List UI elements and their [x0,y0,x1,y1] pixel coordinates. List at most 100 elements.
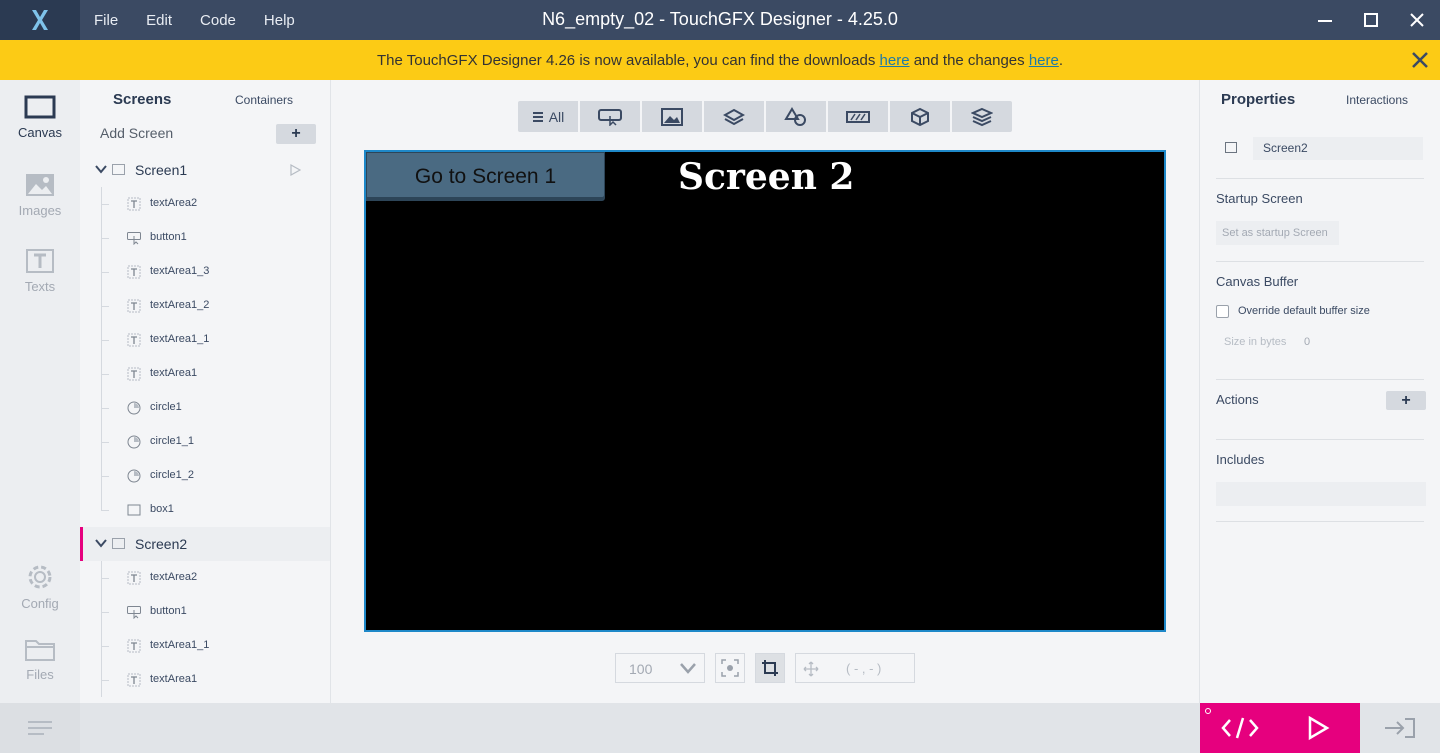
tree-item[interactable]: textArea1_3 [80,255,330,289]
tree-line [101,204,109,205]
divider [1216,379,1424,380]
override-buffer-label: Override default buffer size [1238,305,1370,317]
screen-name-field[interactable]: Screen2 [1253,137,1423,160]
go-to-screen1-button[interactable]: Go to Screen 1 [366,152,605,201]
chevron-down-icon[interactable] [95,164,107,174]
tree-line [101,680,109,681]
minimize-icon [1318,20,1332,22]
nav-images[interactable]: Images [0,173,80,218]
text-icon [127,333,141,347]
filter-containers[interactable] [704,101,764,132]
nav-texts-label: Texts [24,279,56,294]
tree-line [101,510,109,511]
nav-config[interactable]: Config [0,562,80,611]
screen-icon [112,538,125,549]
tree-item[interactable]: button1 [80,221,330,255]
tree-item-label: textArea2 [150,571,198,583]
nav-texts[interactable]: Texts [0,249,80,294]
text-icon [127,639,141,653]
tree-item[interactable]: textArea2 [80,561,330,595]
tree-item[interactable]: textArea1_1 [80,323,330,357]
tree-item[interactable]: circle1 [80,391,330,425]
banner-text-1: The TouchGFX Designer 4.26 is now availa… [376,51,880,69]
tree-line [101,612,109,613]
divider [1216,178,1424,179]
tree-line [101,578,109,579]
list-icon [532,111,543,122]
text-icon [127,571,141,585]
button-icon [127,231,141,246]
screen-row-screen1[interactable]: Screen1 [80,153,330,187]
tree-item[interactable]: textArea1 [80,357,330,391]
tree-line [101,272,109,273]
filter-all-button[interactable]: All [518,101,578,132]
play-icon[interactable] [1305,715,1331,741]
export-icon[interactable] [1383,717,1417,739]
nav-canvas-label: Canvas [17,125,63,140]
cube-icon [911,107,929,126]
banner-close-button[interactable] [1410,50,1430,70]
image-icon [26,174,54,196]
folder-icon [25,640,55,661]
includes-field[interactable] [1216,482,1426,506]
screen-row-screen2[interactable]: Screen2 [80,527,330,561]
collapse-button[interactable] [0,703,80,753]
tab-screens[interactable]: Screens [113,91,171,108]
tree-item-label: textArea1_3 [150,265,210,277]
nav-canvas[interactable]: Canvas [0,95,80,140]
zoom-select[interactable]: 100 [615,653,705,683]
canvas-icon [24,95,56,119]
tab-properties[interactable]: Properties [1221,91,1295,108]
tree-item[interactable]: box1 [80,493,330,527]
tab-interactions[interactable]: Interactions [1346,93,1408,107]
nav-images-label: Images [18,203,62,218]
screen-canvas[interactable]: Go to Screen 1 Screen 2 [364,150,1166,632]
coordinates-display: ( - , - ) [795,653,915,683]
add-action-button[interactable]: + [1386,391,1426,410]
add-screen-button[interactable]: + [276,124,316,144]
screen-title-text[interactable]: Screen 2 [678,156,854,198]
tab-containers[interactable]: Containers [235,93,293,107]
tree-item-label: textArea1_1 [150,333,210,345]
tree-item[interactable]: circle1_1 [80,425,330,459]
status-indicator [1205,708,1211,714]
nav-config-label: Config [21,596,59,611]
tree-line [101,646,109,647]
fit-view-button[interactable] [715,653,745,683]
close-window-button[interactable] [1405,8,1429,32]
nav-files[interactable]: Files [0,637,80,682]
play-icon[interactable] [289,164,301,176]
shapes-icon [784,106,806,126]
left-nav-rail: Canvas Images Texts Config Files [0,80,80,753]
code-icon[interactable] [1220,715,1260,741]
set-startup-button[interactable]: Set as startup Screen [1216,221,1339,245]
tree-item[interactable]: circle1_2 [80,459,330,493]
filter-3d[interactable] [890,101,950,132]
downloads-link[interactable]: here [880,52,910,69]
tree-item[interactable]: textArea1 [80,663,330,697]
image-icon [661,107,683,126]
filter-shapes[interactable] [766,101,826,132]
filter-buttons[interactable] [580,101,640,132]
maximize-button[interactable] [1359,8,1383,32]
tree-line [101,340,109,341]
tree-item[interactable]: textArea1_2 [80,289,330,323]
filter-progress[interactable] [828,101,888,132]
banner-text-3: . [1058,51,1064,69]
tree-item[interactable]: button1 [80,595,330,629]
tree-item-label: textArea1_2 [150,299,210,311]
filter-layers[interactable] [952,101,1012,132]
changes-link[interactable]: here [1029,52,1059,69]
override-buffer-checkbox[interactable] [1216,305,1229,318]
gear-icon [28,565,52,589]
chevron-down-icon[interactable] [95,538,107,548]
minimize-button[interactable] [1313,8,1337,32]
tree-item[interactable]: textArea1_1 [80,629,330,663]
text-icon [127,265,141,279]
tree-item[interactable]: textArea2 [80,187,330,221]
crop-button[interactable] [755,653,785,683]
filter-images[interactable] [642,101,702,132]
close-icon [1410,13,1424,27]
stack-icon [971,107,993,126]
screen-name: Screen1 [135,162,188,178]
